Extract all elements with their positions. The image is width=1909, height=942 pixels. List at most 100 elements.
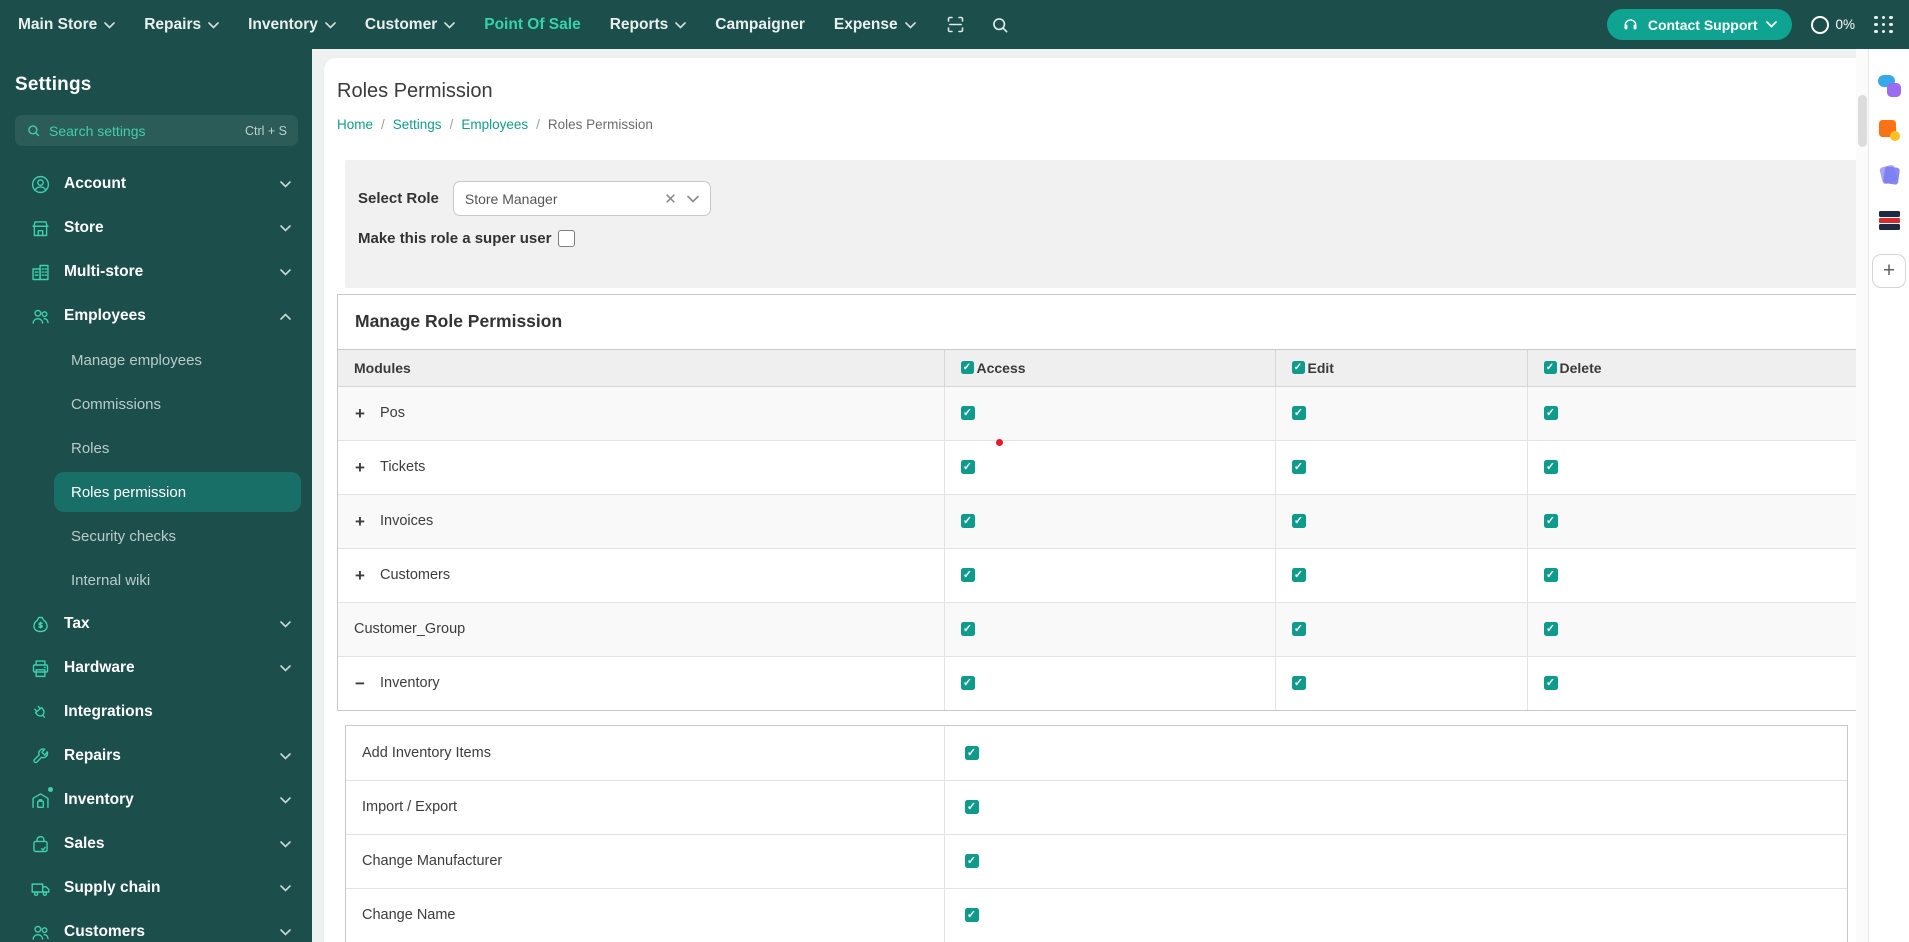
store-icon xyxy=(30,218,51,239)
multi-store-icon xyxy=(30,262,51,283)
access-checkbox[interactable] xyxy=(960,460,975,475)
integrations-icon xyxy=(30,702,51,723)
nav-item-label: Repairs xyxy=(144,15,202,33)
sidebar-item-repairs[interactable]: Repairs xyxy=(0,734,312,778)
purple-cards-icon[interactable] xyxy=(1878,164,1901,187)
sidebar-item-sales[interactable]: Sales xyxy=(0,822,312,866)
nav-item-inventory[interactable]: Inventory xyxy=(248,16,336,34)
column-header-edit: Edit xyxy=(1275,350,1528,387)
delete-checkbox[interactable] xyxy=(1543,568,1558,583)
sidebar-item-hardware[interactable]: Hardware xyxy=(0,646,312,690)
breadcrumb-home[interactable]: Home xyxy=(337,117,373,132)
expand-plus-icon[interactable]: + xyxy=(354,459,366,476)
nav-item-expense[interactable]: Expense xyxy=(834,16,916,34)
inventory-icon xyxy=(30,786,53,811)
sidebar-item-tax[interactable]: Tax xyxy=(0,602,312,646)
sidebar-subitem-internal-wiki[interactable]: Internal wiki xyxy=(0,558,312,602)
nav-item-customer[interactable]: Customer xyxy=(365,16,456,34)
sidebar-item-customers[interactable]: Customers xyxy=(0,910,312,942)
shapes-blue-purple-icon[interactable] xyxy=(1877,74,1901,97)
search-icon[interactable] xyxy=(990,15,1010,35)
access-checkbox[interactable] xyxy=(964,800,979,815)
delete-column-checkbox[interactable] xyxy=(1543,361,1557,375)
nav-item-label: Reports xyxy=(609,15,669,33)
chevron-down-icon xyxy=(280,752,291,760)
access-checkbox[interactable] xyxy=(960,622,975,637)
sidebar-item-employees[interactable]: Employees xyxy=(0,294,312,338)
sidebar-item-label: Repairs xyxy=(64,747,121,764)
access-checkbox[interactable] xyxy=(964,854,979,869)
module-row-customers: + Customers xyxy=(338,548,1859,603)
breadcrumb-employees[interactable]: Employees xyxy=(461,117,528,132)
scrollbar-thumb[interactable] xyxy=(1857,95,1867,147)
delete-checkbox[interactable] xyxy=(1543,406,1558,421)
search-icon xyxy=(26,123,41,138)
access-checkbox[interactable] xyxy=(960,514,975,529)
chevron-up-icon xyxy=(280,312,291,320)
expand-plus-icon[interactable]: + xyxy=(354,405,366,422)
chevron-down-icon xyxy=(280,884,291,892)
sub-permission-label: Change Manufacturer xyxy=(362,853,503,869)
role-select-dropdown[interactable]: Store Manager ✕ xyxy=(452,181,711,216)
sidebar-title: Settings xyxy=(15,74,92,95)
add-sidebar-item-button[interactable]: + xyxy=(1872,254,1906,288)
sidebar-subitem-label: Manage employees xyxy=(71,351,202,369)
notification-dot xyxy=(48,786,53,792)
sidebar-item-label: Store xyxy=(64,219,104,236)
collapse-minus-icon[interactable]: − xyxy=(354,675,366,692)
settings-search-input[interactable]: Search settings Ctrl + S xyxy=(15,115,298,146)
apps-grid-icon[interactable] xyxy=(1874,15,1893,34)
delete-checkbox[interactable] xyxy=(1543,514,1558,529)
scan-icon[interactable] xyxy=(945,14,966,35)
sidebar-item-supply-chain[interactable]: Supply chain xyxy=(0,866,312,910)
chevron-down-icon xyxy=(444,16,456,34)
nav-item-point-of-sale[interactable]: Point Of Sale xyxy=(484,16,580,34)
nav-item-reports[interactable]: Reports xyxy=(610,16,687,34)
nav-item-label: Inventory xyxy=(248,15,318,33)
access-checkbox[interactable] xyxy=(960,676,975,691)
nav-item-repairs[interactable]: Repairs xyxy=(144,16,219,34)
sidebar-item-label: Inventory xyxy=(64,791,134,808)
delete-checkbox[interactable] xyxy=(1543,622,1558,637)
hardware-icon xyxy=(30,658,51,679)
edit-checkbox[interactable] xyxy=(1291,460,1306,475)
sidebar-item-store[interactable]: Store xyxy=(0,206,312,250)
access-checkbox[interactable] xyxy=(964,908,979,923)
sidebar-item-inventory[interactable]: Inventory xyxy=(0,778,312,822)
edit-checkbox[interactable] xyxy=(1291,514,1306,529)
clear-icon[interactable]: ✕ xyxy=(664,190,677,208)
sidebar-subitem-security-checks[interactable]: Security checks xyxy=(0,514,312,558)
delete-checkbox[interactable] xyxy=(1543,460,1558,475)
super-user-checkbox[interactable] xyxy=(558,230,576,247)
access-column-checkbox[interactable] xyxy=(960,361,974,375)
edit-checkbox[interactable] xyxy=(1291,406,1306,421)
chevron-down-icon xyxy=(280,224,291,232)
edit-checkbox[interactable] xyxy=(1291,622,1306,637)
sidebar-item-integrations[interactable]: Integrations xyxy=(0,690,312,734)
chevron-down-icon[interactable] xyxy=(687,195,699,203)
delete-checkbox[interactable] xyxy=(1543,676,1558,691)
expand-plus-icon[interactable]: + xyxy=(354,513,366,530)
breadcrumb-settings[interactable]: Settings xyxy=(393,117,442,132)
nav-item-campaigner[interactable]: Campaigner xyxy=(715,16,805,34)
sidebar-subitem-roles-permission[interactable]: Roles permission xyxy=(54,472,301,512)
nav-item-main-store[interactable]: Main Store xyxy=(18,16,116,34)
edit-checkbox[interactable] xyxy=(1291,568,1306,583)
orange-shapes-icon[interactable] xyxy=(1878,119,1901,142)
access-checkbox[interactable] xyxy=(964,745,979,760)
column-label: Edit xyxy=(1307,359,1334,376)
sidebar-subitem-manage-employees[interactable]: Manage employees xyxy=(0,338,312,382)
sidebar-subitem-commissions[interactable]: Commissions xyxy=(0,382,312,426)
sidebar-subitem-roles[interactable]: Roles xyxy=(0,426,312,470)
sidebar-item-multi-store[interactable]: Multi-store xyxy=(0,250,312,294)
stacked-bars-icon[interactable] xyxy=(1878,209,1901,232)
sidebar-menu: Account Store Multi-store Employees Manage e… xyxy=(0,162,312,942)
edit-checkbox[interactable] xyxy=(1291,676,1306,691)
expand-plus-icon[interactable]: + xyxy=(354,567,366,584)
sidebar-item-account[interactable]: Account xyxy=(0,162,312,206)
usage-indicator[interactable]: 0% xyxy=(1811,15,1855,34)
edit-column-checkbox[interactable] xyxy=(1291,361,1305,375)
access-checkbox[interactable] xyxy=(960,406,975,421)
contact-support-button[interactable]: Contact Support xyxy=(1606,9,1793,40)
access-checkbox[interactable] xyxy=(960,568,975,583)
